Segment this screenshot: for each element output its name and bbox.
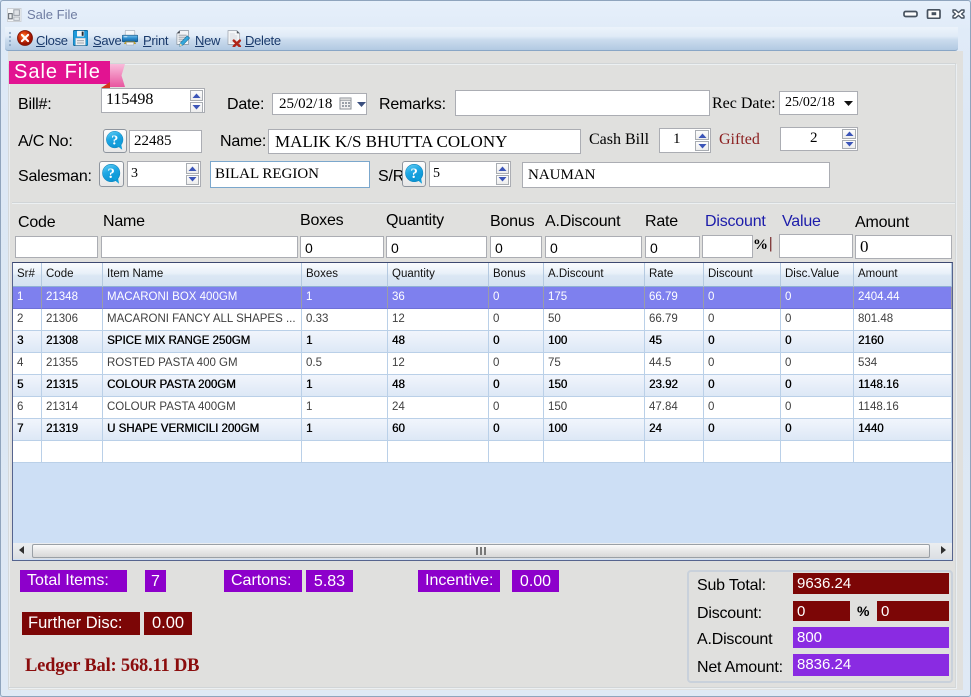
svg-text:?: ?	[410, 166, 417, 182]
svg-text:?: ?	[108, 166, 115, 182]
svg-text:?: ?	[111, 133, 118, 148]
